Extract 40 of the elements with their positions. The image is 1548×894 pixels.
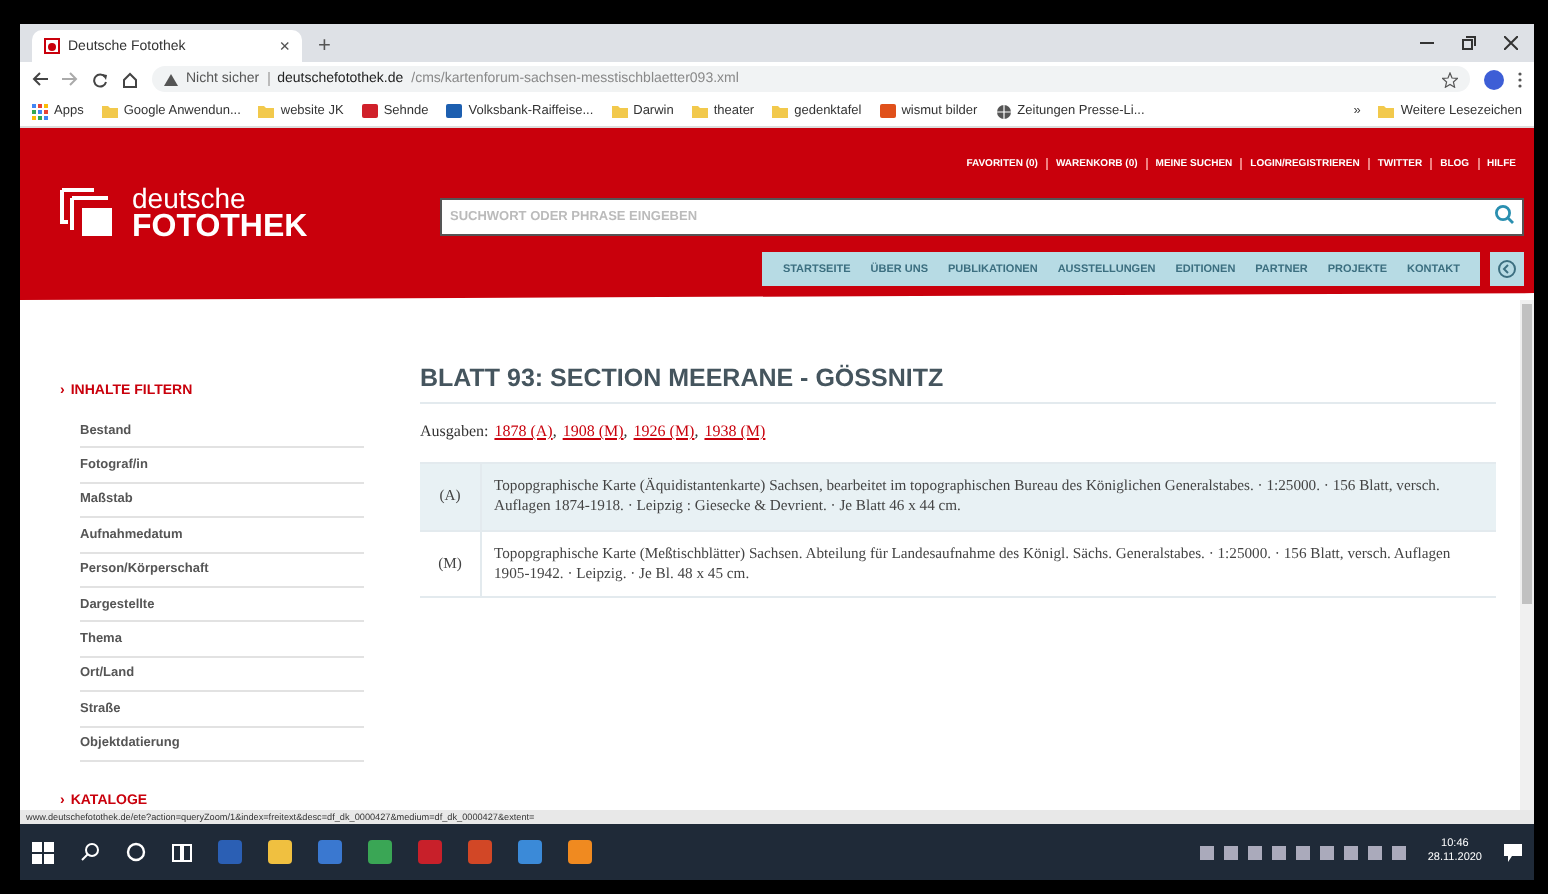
search-icon[interactable] (80, 842, 100, 862)
windows-icon[interactable] (32, 841, 54, 863)
star-icon[interactable] (1442, 71, 1458, 87)
edition-link[interactable]: 1878 (A) (494, 422, 553, 440)
task-view-icon[interactable] (172, 843, 192, 861)
restore-icon[interactable] (1462, 36, 1476, 50)
folder-icon (691, 104, 708, 118)
editions-label: Ausgaben: (420, 422, 489, 440)
edition-link[interactable]: 1938 (M) (704, 422, 766, 440)
separator: , (694, 422, 699, 440)
folder-icon (611, 104, 628, 118)
folder-icon (101, 104, 118, 118)
close-icon[interactable] (1504, 36, 1518, 50)
new-tab-button[interactable]: + (318, 34, 331, 58)
logo-text: FOTOTHEK (132, 212, 308, 244)
scrollbar[interactable] (1520, 300, 1534, 810)
site-icon (446, 104, 463, 118)
profile-avatar[interactable] (1484, 69, 1504, 89)
edition-link[interactable]: 1926 (M) (633, 422, 695, 440)
circle-icon[interactable] (126, 842, 146, 862)
page-title: BLATT 93: SECTION MEERANE - GÖSSNITZ (420, 364, 1496, 404)
folder-icon (772, 104, 789, 118)
warning-icon (164, 73, 178, 85)
reload-icon[interactable] (92, 71, 108, 87)
logo-text: deutsche (132, 184, 246, 212)
folder-icon (258, 104, 275, 118)
site-icon (361, 104, 378, 118)
home-icon[interactable] (122, 71, 138, 87)
notification-icon[interactable] (1504, 843, 1522, 861)
record-row[interactable] (420, 464, 1496, 531)
nav-toggle-button[interactable] (1490, 252, 1524, 286)
back-icon[interactable] (32, 72, 48, 86)
globe-icon (995, 103, 1012, 119)
separator: , (623, 422, 628, 440)
separator: , (552, 422, 557, 440)
site-icon (879, 104, 896, 118)
site-icon (44, 38, 60, 54)
folder-icon (1378, 104, 1395, 118)
edition-link[interactable]: 1908 (M) (562, 422, 624, 440)
apps-icon (32, 103, 48, 119)
